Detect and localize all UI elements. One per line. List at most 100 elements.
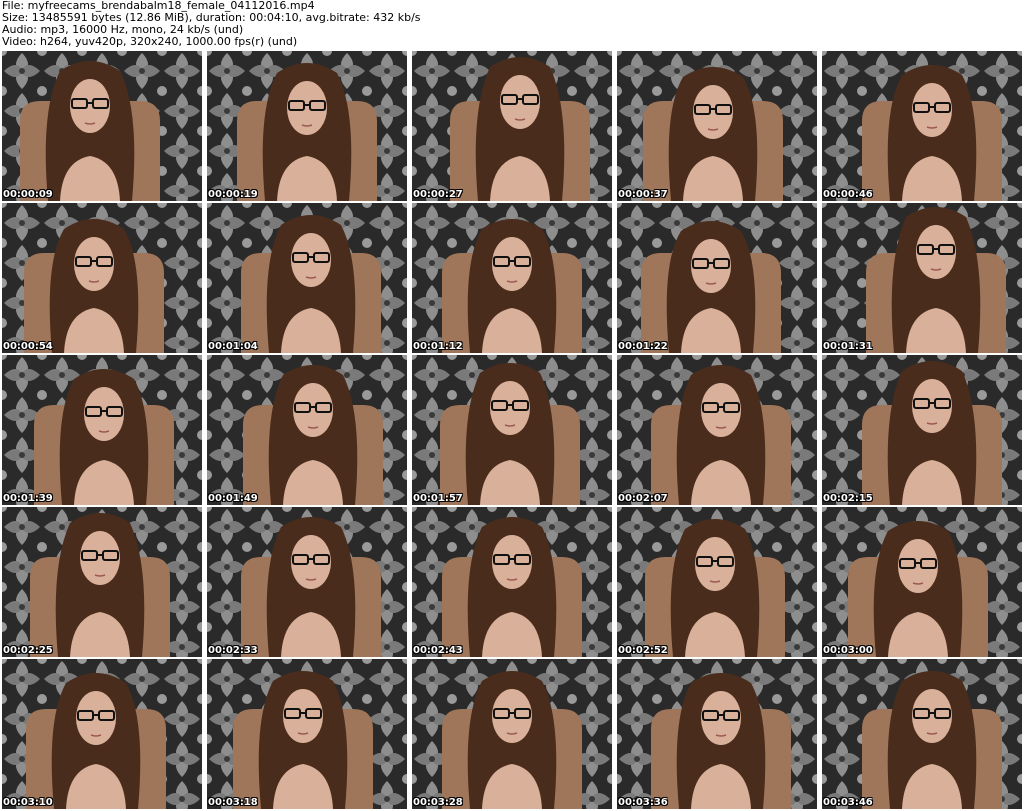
thumbnail-frame-image (617, 203, 817, 353)
video-thumbnail: 00:02:15 (822, 355, 1022, 505)
face-shape (287, 81, 327, 135)
video-thumbnail: 00:02:25 (2, 507, 202, 657)
thumbnail-timestamp: 00:00:09 (3, 189, 53, 200)
video-thumbnail: 00:03:18 (207, 659, 407, 809)
video-thumbnail: 00:01:31 (822, 203, 1022, 353)
thumbnail-timestamp: 00:03:36 (618, 797, 668, 808)
thumbnail-timestamp: 00:03:00 (823, 645, 873, 656)
thumbnail-frame-image (412, 51, 612, 201)
video-thumbnail: 00:00:54 (2, 203, 202, 353)
video-thumbnail: 00:01:49 (207, 355, 407, 505)
thumbnail-frame-image (412, 203, 612, 353)
video-thumbnail: 00:02:43 (412, 507, 612, 657)
video-thumbnail: 00:00:27 (412, 51, 612, 201)
thumbnail-timestamp: 00:02:43 (413, 645, 463, 656)
thumbnail-timestamp: 00:02:07 (618, 493, 668, 504)
thumbnail-timestamp: 00:03:28 (413, 797, 463, 808)
thumbnail-frame-image (2, 51, 202, 201)
thumbnail-frame-image (2, 507, 202, 657)
video-thumbnail: 00:01:04 (207, 203, 407, 353)
video-thumbnail: 00:00:09 (2, 51, 202, 201)
video-thumbnail: 00:03:28 (412, 659, 612, 809)
thumbnail-timestamp: 00:00:54 (3, 341, 53, 352)
thumbnail-timestamp: 00:03:46 (823, 797, 873, 808)
video-thumbnail: 00:02:33 (207, 507, 407, 657)
face-shape (74, 237, 114, 291)
video-thumbnail: 00:00:46 (822, 51, 1022, 201)
video-thumbnail: 00:01:39 (2, 355, 202, 505)
thumbnail-frame-image (822, 507, 1022, 657)
face-shape (80, 531, 120, 585)
face-shape (898, 539, 938, 593)
thumbnail-timestamp: 00:01:22 (618, 341, 668, 352)
face-shape (291, 535, 331, 589)
face-shape (916, 225, 956, 279)
video-thumbnail: 00:03:00 (822, 507, 1022, 657)
video-thumbnail: 00:01:12 (412, 203, 612, 353)
file-info-header: File: myfreecams_brendabalm18_female_041… (2, 0, 1022, 50)
face-shape (701, 383, 741, 437)
thumbnail-frame-image (822, 51, 1022, 201)
thumbnail-timestamp: 00:01:04 (208, 341, 258, 352)
face-shape (283, 689, 323, 743)
thumbnail-frame-image (412, 355, 612, 505)
thumbnail-frame-image (617, 51, 817, 201)
thumbnail-frame-image (617, 355, 817, 505)
video-thumbnail: 00:01:22 (617, 203, 817, 353)
thumbnail-frame-image (207, 659, 407, 809)
thumbnail-timestamp: 00:03:10 (3, 797, 53, 808)
video-thumbnail: 00:03:36 (617, 659, 817, 809)
video-thumbnail: 00:01:57 (412, 355, 612, 505)
face-shape (492, 689, 532, 743)
thumbnail-grid: 00:00:09 00:00:19 00:00:27 00:00:37 00:00:46… (2, 51, 1022, 811)
thumbnail-frame-image (207, 355, 407, 505)
thumbnail-frame-image (822, 659, 1022, 809)
thumbnail-timestamp: 00:01:39 (3, 493, 53, 504)
thumbnail-timestamp: 00:01:12 (413, 341, 463, 352)
face-shape (492, 237, 532, 291)
thumbnail-frame-image (822, 203, 1022, 353)
thumbnail-timestamp: 00:00:27 (413, 189, 463, 200)
face-shape (291, 233, 331, 287)
thumbnail-timestamp: 00:02:15 (823, 493, 873, 504)
video-info-line: Video: h264, yuv420p, 320x240, 1000.00 f… (2, 35, 298, 48)
video-thumbnail: 00:02:52 (617, 507, 817, 657)
video-thumbnail: 00:03:46 (822, 659, 1022, 809)
face-shape (693, 85, 733, 139)
thumbnail-timestamp: 00:03:18 (208, 797, 258, 808)
thumbnail-frame-image (822, 355, 1022, 505)
thumbnail-timestamp: 00:02:52 (618, 645, 668, 656)
face-shape (293, 383, 333, 437)
face-shape (691, 239, 731, 293)
face-shape (912, 689, 952, 743)
face-shape (76, 691, 116, 745)
video-thumbnail: 00:02:07 (617, 355, 817, 505)
face-shape (490, 381, 530, 435)
video-thumbnail: 00:00:37 (617, 51, 817, 201)
thumbnail-frame-image (617, 659, 817, 809)
thumbnail-frame-image (207, 203, 407, 353)
face-shape (500, 75, 540, 129)
thumbnail-frame-image (207, 51, 407, 201)
face-shape (695, 537, 735, 591)
face-shape (912, 379, 952, 433)
thumbnail-timestamp: 00:00:37 (618, 189, 668, 200)
video-thumbnail: 00:00:19 (207, 51, 407, 201)
thumbnail-timestamp: 00:02:25 (3, 645, 53, 656)
face-shape (70, 79, 110, 133)
face-shape (912, 83, 952, 137)
thumbnail-timestamp: 00:01:31 (823, 341, 873, 352)
thumbnail-frame-image (617, 507, 817, 657)
thumbnail-timestamp: 00:00:19 (208, 189, 258, 200)
thumbnail-frame-image (412, 659, 612, 809)
thumbnail-frame-image (412, 507, 612, 657)
thumbnail-timestamp: 00:02:33 (208, 645, 258, 656)
thumbnail-frame-image (2, 355, 202, 505)
thumbnail-timestamp: 00:00:46 (823, 189, 873, 200)
face-shape (492, 535, 532, 589)
thumbnail-timestamp: 00:01:49 (208, 493, 258, 504)
face-shape (84, 387, 124, 441)
thumbnail-frame-image (207, 507, 407, 657)
thumbnail-frame-image (2, 203, 202, 353)
thumbnail-timestamp: 00:01:57 (413, 493, 463, 504)
